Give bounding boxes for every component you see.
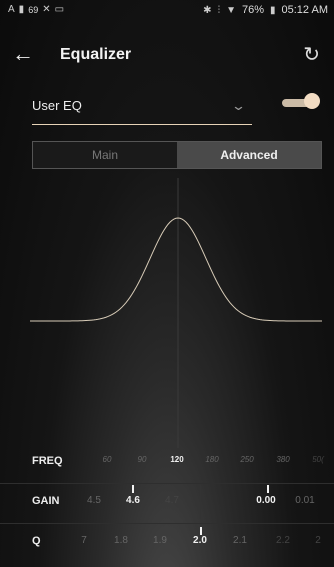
shuffle-icon: ✕ bbox=[42, 4, 51, 15]
freq-option[interactable]: 60 bbox=[103, 455, 112, 464]
page-title: Equalizer bbox=[60, 46, 132, 63]
q-label: Q bbox=[32, 535, 41, 547]
battery-percent: 76% bbox=[241, 4, 264, 16]
freq-selector[interactable]: FREQ 60 90 120 180 250 380 50( bbox=[0, 455, 334, 475]
phone-notification-icon: ▮ bbox=[18, 4, 25, 15]
divider bbox=[0, 523, 334, 524]
clock: 05:12 AM bbox=[281, 4, 328, 16]
freq-option-selected[interactable]: 120 bbox=[170, 455, 183, 464]
gain-decimal-option[interactable]: 0.01 bbox=[295, 495, 314, 506]
q-option-selected[interactable]: 2.0 bbox=[193, 535, 207, 546]
freq-option[interactable]: 180 bbox=[205, 455, 218, 464]
reset-icon[interactable]: ↻ bbox=[303, 42, 320, 67]
q-selector[interactable]: Q 7 1.8 1.9 2.0 2.1 2.2 2 bbox=[0, 535, 334, 555]
notification-count: 69 bbox=[28, 4, 39, 15]
tab-main[interactable]: Main bbox=[33, 142, 177, 168]
battery-icon: ▮ bbox=[270, 4, 276, 16]
app-header: ← Equalizer ↻ bbox=[0, 38, 334, 74]
gain-label: GAIN bbox=[32, 495, 60, 507]
q-option[interactable]: 2.1 bbox=[233, 535, 247, 546]
freq-option[interactable]: 50( bbox=[312, 455, 324, 464]
bluetooth-icon: ✱ bbox=[203, 4, 212, 16]
freq-label: FREQ bbox=[32, 455, 63, 467]
eq-curve bbox=[30, 217, 322, 322]
gain-option-selected[interactable]: 4.6 bbox=[126, 495, 140, 506]
wifi-icon: ▼ bbox=[226, 4, 236, 16]
gain-option[interactable]: 4.5 bbox=[87, 495, 101, 506]
q-indicator bbox=[200, 527, 202, 535]
toggle-knob bbox=[304, 93, 320, 109]
q-option[interactable]: 2.2 bbox=[276, 535, 290, 546]
eq-curve-graph[interactable] bbox=[0, 178, 334, 448]
gain-selector[interactable]: GAIN 4.5 4.6 4.7 0.00 0.01 bbox=[0, 495, 334, 515]
q-option[interactable]: 2 bbox=[315, 535, 321, 546]
freq-option[interactable]: 90 bbox=[138, 455, 147, 464]
chevron-down-icon: ⌄ bbox=[230, 98, 247, 113]
divider bbox=[0, 483, 334, 484]
q-option[interactable]: 7 bbox=[81, 535, 87, 546]
gain-indicator bbox=[132, 485, 134, 493]
q-option[interactable]: 1.8 bbox=[114, 535, 128, 546]
gain-decimal-indicator bbox=[267, 485, 269, 493]
mode-tabs: Main Advanced bbox=[32, 141, 322, 169]
preset-label: User EQ bbox=[32, 98, 82, 113]
gain-option[interactable]: 4.7 bbox=[165, 495, 179, 506]
gain-decimal-selected[interactable]: 0.00 bbox=[256, 495, 275, 506]
cast-icon: ▭ bbox=[54, 4, 65, 15]
eq-toggle[interactable] bbox=[282, 93, 320, 110]
status-bar: A ▮ 69 ✕ ▭ ✱ ⫶ ▼ 76% ▮ 05:12 AM bbox=[0, 0, 334, 22]
back-arrow-icon[interactable]: ← bbox=[12, 42, 34, 66]
freq-option[interactable]: 380 bbox=[276, 455, 289, 464]
preset-dropdown[interactable]: User EQ ⌄ bbox=[32, 92, 252, 125]
freq-option[interactable]: 250 bbox=[240, 455, 253, 464]
tab-advanced[interactable]: Advanced bbox=[177, 142, 321, 168]
notification-a-icon: A bbox=[8, 4, 15, 15]
signal-icon: ⫶ bbox=[217, 4, 221, 16]
q-option[interactable]: 1.9 bbox=[153, 535, 167, 546]
